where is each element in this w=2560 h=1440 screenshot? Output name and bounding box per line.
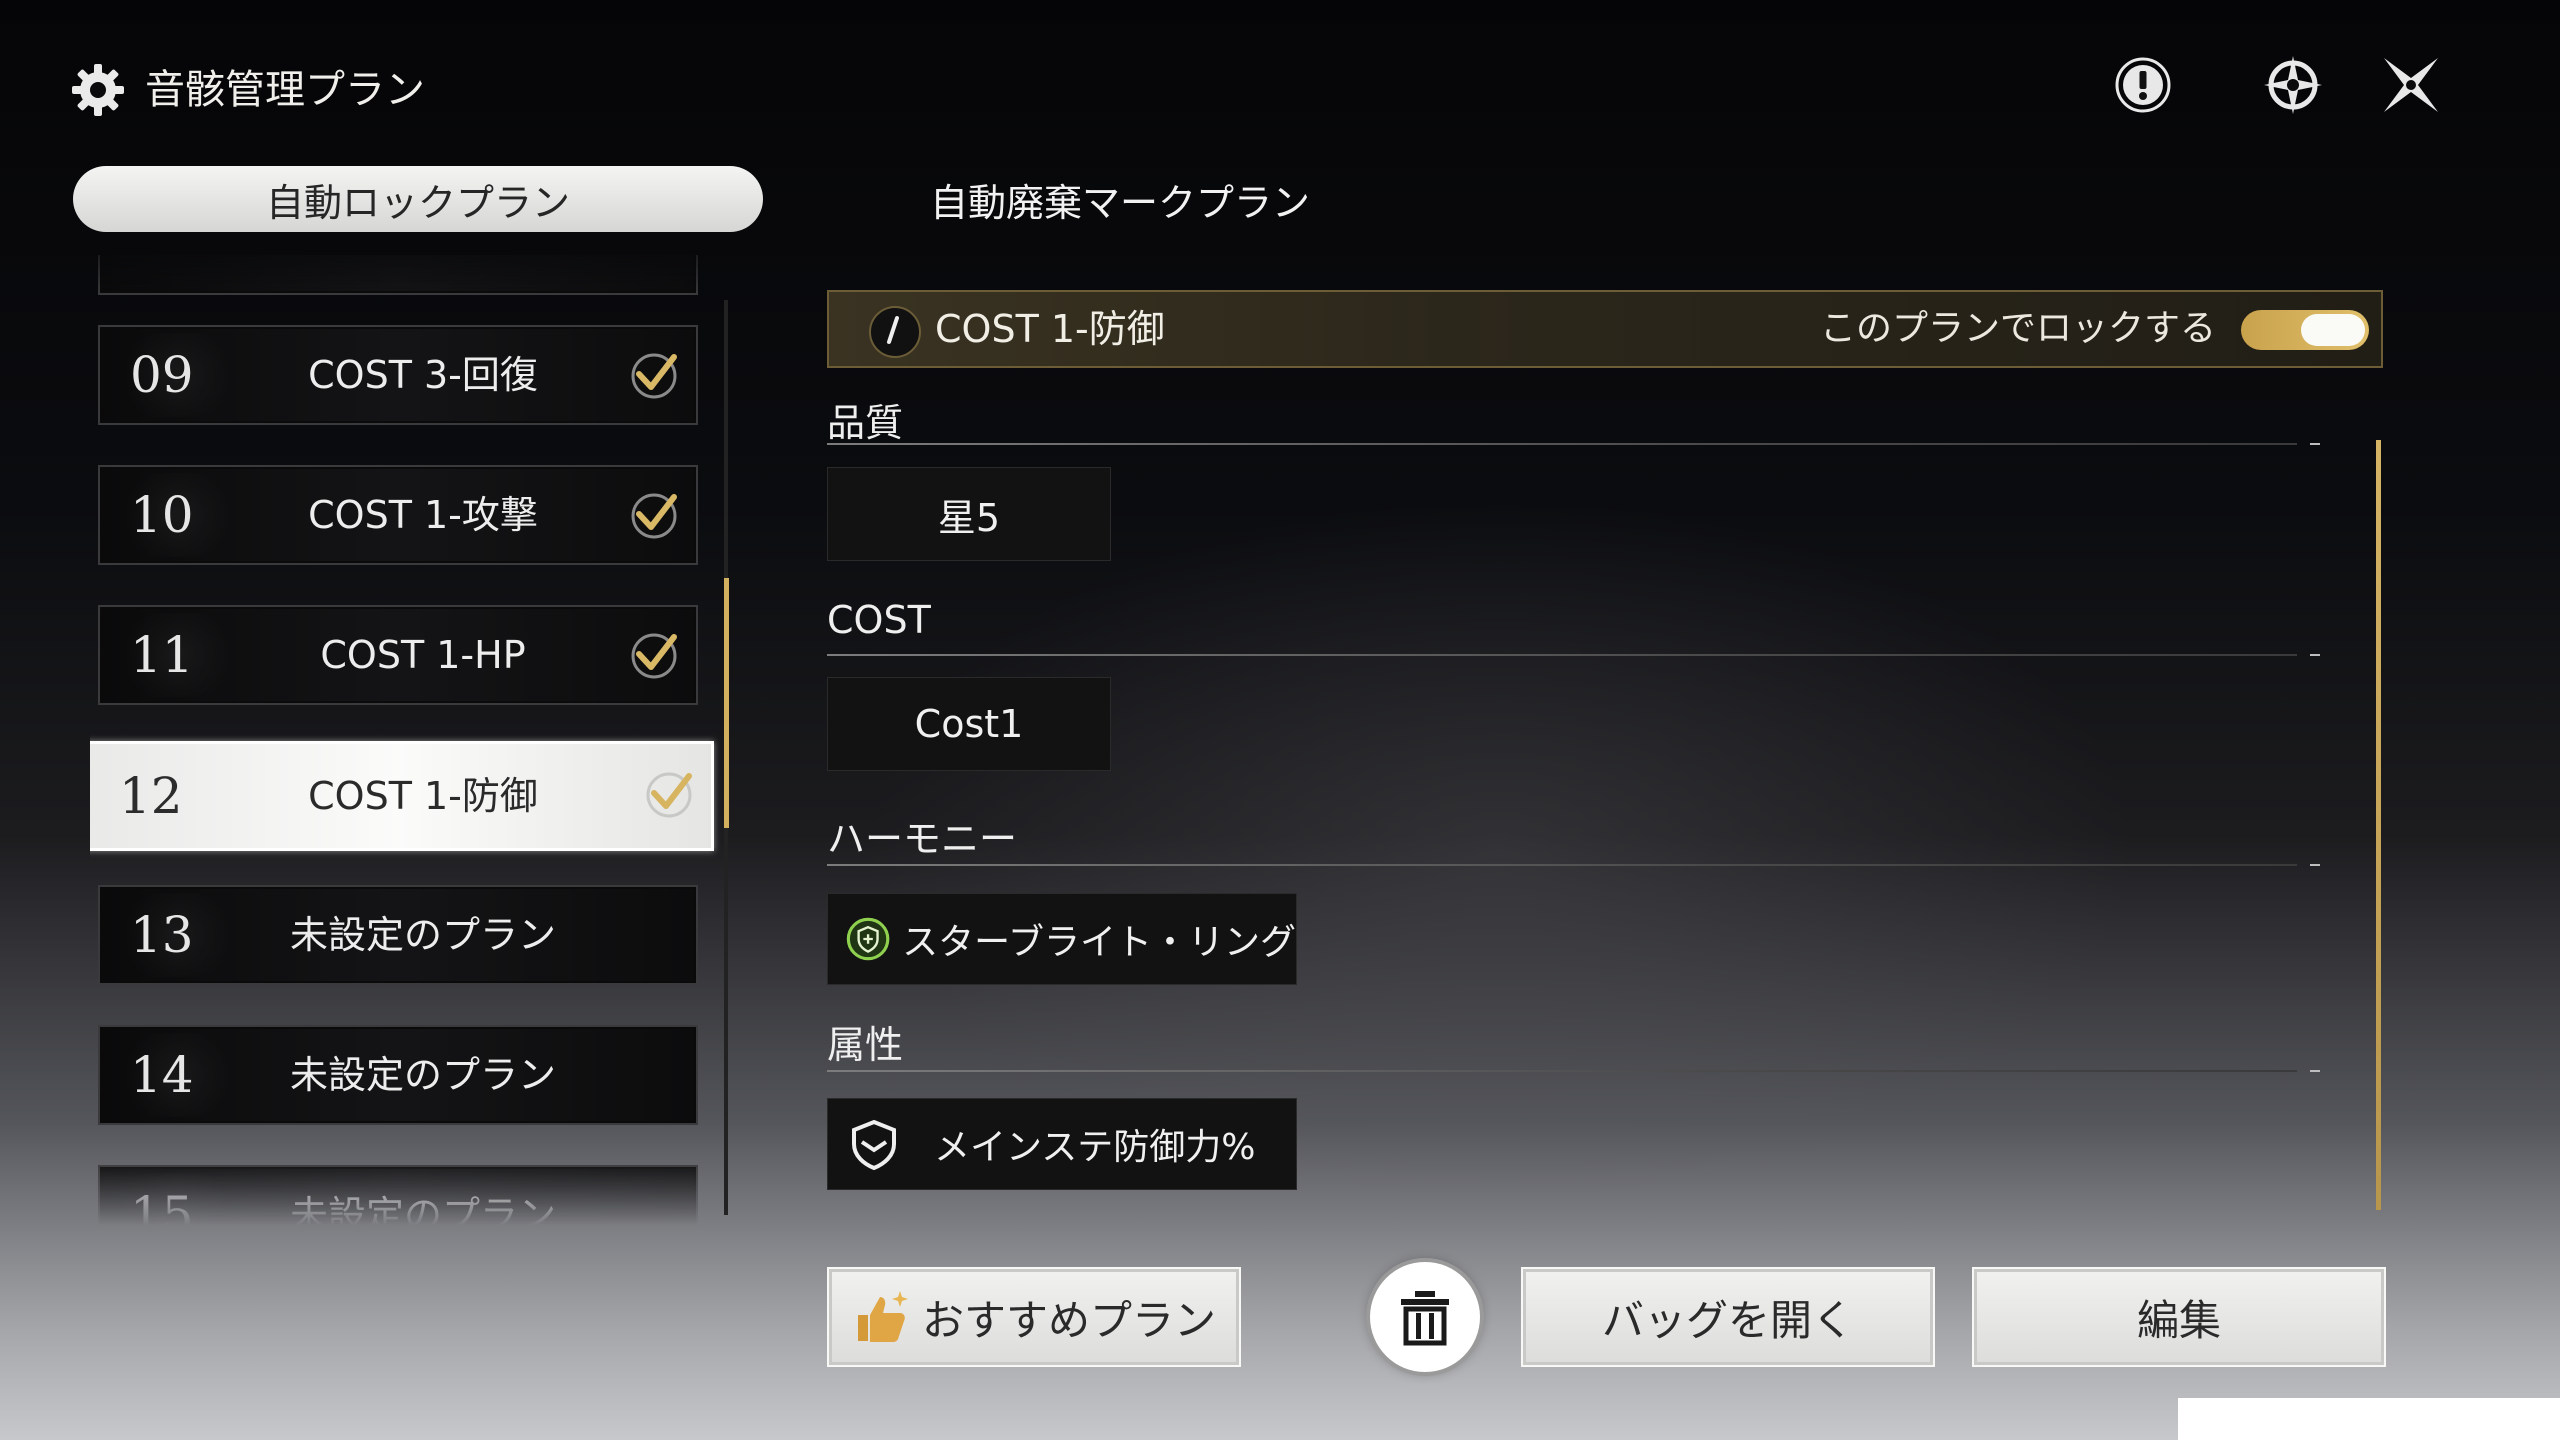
section-divider-end (2310, 1070, 2320, 1072)
close-icon[interactable] (2376, 50, 2446, 120)
section-title-cost: COST (827, 598, 931, 642)
section-divider (827, 443, 2297, 445)
plan-number: 11 (130, 626, 194, 684)
plan-label: COST 1-攻撃 (308, 493, 538, 537)
harmony-chip[interactable]: スターブライト・リング (827, 893, 1297, 985)
plan-label: 未設定のプラン (289, 1053, 556, 1097)
tab-auto-discard[interactable]: 自動廃棄マークプラン (800, 166, 1440, 232)
edit-button[interactable]: 編集 (1972, 1267, 2386, 1367)
section-divider-end (2310, 654, 2320, 656)
edit-pen-icon (869, 306, 921, 358)
plan-item-15[interactable]: 15 未設定のプラン (98, 1165, 698, 1225)
toggle-knob (2301, 314, 2365, 346)
attribute-label: メインステ防御力% (934, 1127, 1256, 1168)
plan-item-14[interactable]: 14 未設定のプラン (98, 1025, 698, 1125)
harmony-label: スターブライト・リング (902, 922, 1296, 963)
section-title-harmony: ハーモニー (827, 817, 1018, 861)
plan-number: 15 (130, 1186, 194, 1225)
plan-number: 12 (119, 767, 183, 825)
quality-chip[interactable]: 星5 (827, 467, 1111, 561)
page-title: 音骸管理プラン (145, 67, 425, 113)
plan-label: COST 1-防御 (308, 774, 538, 818)
check-icon (631, 353, 677, 399)
section-divider-end (2310, 864, 2320, 866)
exclamation-icon[interactable] (2108, 50, 2178, 120)
plan-detail-title: COST 1-防御 (935, 307, 1165, 351)
shield-plus-icon (846, 917, 890, 961)
plan-label: COST 3-回復 (308, 353, 538, 397)
plan-number: 13 (130, 906, 194, 964)
trash-icon (1401, 1291, 1449, 1346)
recommend-plan-label: おすすめプラン (921, 1295, 1216, 1345)
plan-number: 10 (130, 486, 194, 544)
section-divider (827, 654, 2297, 656)
plan-label: 未設定のプラン (289, 913, 556, 957)
corner-overlay (2178, 1398, 2560, 1440)
thumbs-up-icon (857, 1291, 908, 1342)
compass-icon[interactable] (2258, 50, 2328, 120)
plan-item-10[interactable]: 10 COST 1-攻撃 (98, 465, 698, 565)
section-title-quality: 品質 (827, 401, 904, 445)
plan-item-09[interactable]: 09 COST 3-回復 (98, 325, 698, 425)
plan-number: 09 (130, 346, 194, 404)
delete-plan-button[interactable] (1370, 1262, 1480, 1372)
attribute-chip[interactable]: メインステ防御力% (827, 1098, 1297, 1190)
open-bag-button[interactable]: バッグを開く (1521, 1267, 1935, 1367)
cost-chip[interactable]: Cost1 (827, 677, 1111, 771)
plan-label: COST 1-HP (320, 633, 526, 677)
section-divider (827, 1070, 2297, 1072)
section-title-attribute: 属性 (827, 1023, 904, 1067)
plan-item-12-selected[interactable]: 12 COST 1-防御 (90, 741, 714, 851)
check-icon (646, 772, 692, 818)
check-icon (631, 633, 677, 679)
section-divider (827, 864, 2297, 866)
plan-detail-header: COST 1-防御 このプランでロックする (827, 290, 2383, 368)
lock-toggle-label: このプランでロックする (1819, 308, 2216, 349)
plan-item-11[interactable]: 11 COST 1-HP (98, 605, 698, 705)
plan-number: 14 (130, 1046, 194, 1104)
lock-toggle[interactable] (2241, 310, 2369, 350)
plan-item-partial[interactable] (98, 255, 698, 295)
shield-icon (852, 1119, 896, 1171)
check-icon (631, 493, 677, 539)
plan-label: 未設定のプラン (289, 1193, 556, 1225)
gear-icon (68, 60, 128, 120)
tab-auto-lock[interactable]: 自動ロックプラン (73, 166, 763, 232)
section-divider-end (2310, 443, 2320, 445)
detail-scrollbar[interactable] (2376, 440, 2381, 1210)
plan-item-13[interactable]: 13 未設定のプラン (98, 885, 698, 985)
recommend-plan-button[interactable]: おすすめプラン (827, 1267, 1241, 1367)
plan-list-scrollbar[interactable] (724, 578, 729, 828)
plan-list[interactable]: 09 COST 3-回復 10 COST 1-攻撃 11 COST 1-HP 1… (90, 255, 730, 1225)
